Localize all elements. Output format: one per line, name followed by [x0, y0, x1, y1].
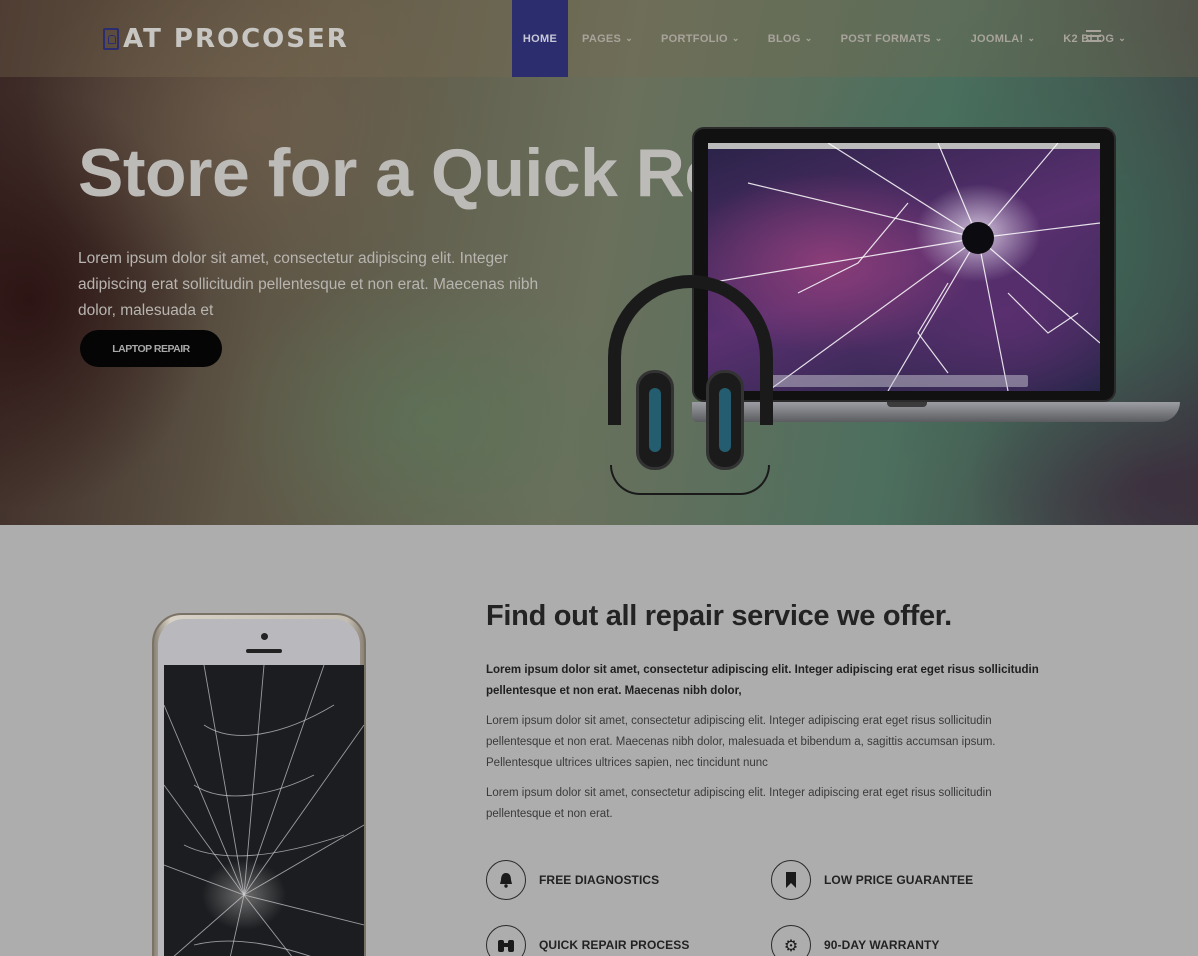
nav-item-portfolio[interactable]: PORTFOLIO ⌄ — [647, 0, 754, 77]
laptop-repair-button[interactable]: LAPTOP REPAIR — [80, 330, 222, 367]
nav-item-post-formats[interactable]: POST FORMATS ⌄ — [827, 0, 957, 77]
nav-item-home[interactable]: HOME — [512, 0, 568, 77]
feature-label: QUICK REPAIR PROCESS — [539, 938, 690, 952]
nav-label: PAGES — [582, 32, 622, 45]
feature-free-diagnostics: FREE DIAGNOSTICS — [486, 860, 659, 900]
feature-90-day-warranty: ⚙ 90-DAY WARRANTY — [771, 925, 940, 956]
services-title: Find out all repair service we offer. — [486, 600, 952, 632]
top-navigation-bar: AT PROCOSER HOME PAGES ⌄ PORTFOLIO ⌄ BLO… — [0, 0, 1198, 77]
feature-label: FREE DIAGNOSTICS — [539, 873, 660, 887]
hamburger-icon[interactable] — [1086, 30, 1101, 43]
hero-section: AT PROCOSER HOME PAGES ⌄ PORTFOLIO ⌄ BLO… — [0, 0, 1198, 525]
services-section: Find out all repair service we offer. Lo… — [0, 525, 1198, 956]
services-paragraph-1: Lorem ipsum dolor sit amet, consectetur … — [486, 715, 996, 769]
chevron-down-icon: ⌄ — [625, 33, 634, 43]
feature-label: LOW PRICE GUARANTEE — [824, 873, 974, 887]
site-logo[interactable]: AT PROCOSER — [103, 24, 349, 54]
bell-icon — [486, 860, 526, 900]
nav-label: PORTFOLIO — [661, 32, 728, 45]
binoculars-icon — [486, 925, 526, 956]
broken-laptop-image — [600, 125, 1190, 505]
headphones-image — [600, 275, 790, 505]
chevron-down-icon: ⌄ — [1027, 33, 1036, 43]
services-paragraph-2: Lorem ipsum dolor sit amet, consectetur … — [486, 787, 992, 820]
feature-low-price-guarantee: LOW PRICE GUARANTEE — [771, 860, 973, 900]
nav-item-pages[interactable]: PAGES ⌄ — [568, 0, 647, 77]
chevron-down-icon: ⌄ — [731, 33, 740, 43]
hero-description: Lorem ipsum dolor sit amet, consectetur … — [78, 250, 539, 319]
chevron-down-icon: ⌄ — [1118, 33, 1127, 43]
feature-quick-repair-process: QUICK REPAIR PROCESS — [486, 925, 689, 956]
nav-label: BLOG — [767, 32, 801, 45]
chevron-down-icon: ⌄ — [804, 33, 813, 43]
main-nav: HOME PAGES ⌄ PORTFOLIO ⌄ BLOG ⌄ POST FOR… — [512, 0, 1140, 77]
nav-label: POST FORMATS — [840, 32, 931, 45]
nav-label: JOOMLA! — [970, 32, 1024, 45]
phone-logo-icon — [103, 28, 119, 50]
feature-label: 90-DAY WARRANTY — [824, 938, 940, 952]
services-lead: Lorem ipsum dolor sit amet, consectetur … — [486, 664, 1039, 697]
nav-item-blog[interactable]: BLOG ⌄ — [754, 0, 827, 77]
logo-text: AT PROCOSER — [123, 24, 349, 54]
broken-phone-image — [152, 613, 366, 956]
bookmark-icon — [771, 860, 811, 900]
gears-icon: ⚙ — [771, 925, 811, 956]
nav-item-joomla[interactable]: JOOMLA! ⌄ — [957, 0, 1050, 77]
nav-label: HOME — [522, 32, 558, 45]
chevron-down-icon: ⌄ — [934, 33, 943, 43]
